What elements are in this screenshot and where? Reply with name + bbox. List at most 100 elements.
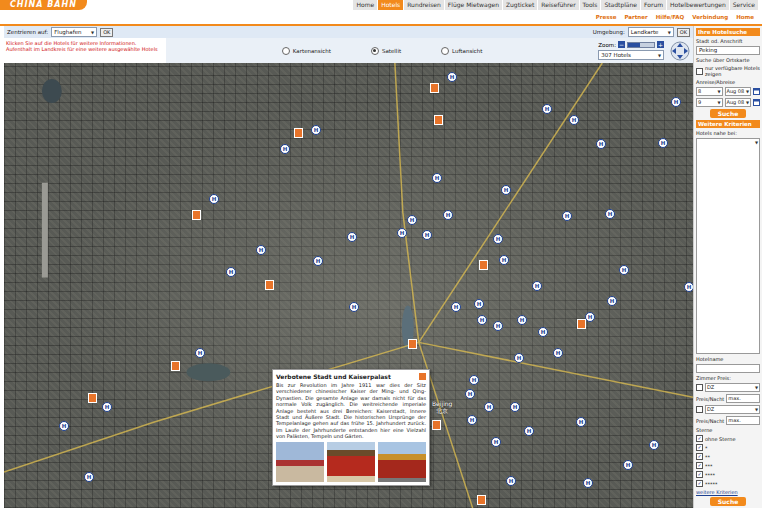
star-row[interactable]: *** [696, 462, 760, 469]
radio-icon[interactable] [441, 47, 449, 55]
sub-nav-link[interactable]: Hilfe/FAQ [656, 14, 685, 20]
hotel-pin[interactable]: H [510, 402, 520, 412]
hotel-pin[interactable]: H [432, 173, 442, 183]
hotel-pin[interactable]: H [474, 299, 484, 309]
hotel-pin[interactable]: H [469, 375, 479, 385]
max-select[interactable]: max. [726, 416, 760, 425]
month-select[interactable]: Aug 08▼ [725, 98, 752, 107]
search-button[interactable]: Suche [710, 497, 747, 506]
zoom-out-button[interactable]: − [618, 41, 625, 48]
hotel-pin[interactable]: H [465, 389, 475, 399]
hotel-pin[interactable]: H [477, 315, 487, 325]
nav-tab[interactable]: Zugticket [503, 0, 537, 10]
star-row[interactable]: **** [696, 471, 760, 478]
hotel-pin[interactable]: H [517, 315, 527, 325]
search-button[interactable]: Suche [710, 109, 747, 118]
hotel-pin[interactable]: H [59, 421, 69, 431]
view-radio[interactable]: Kartenansicht [282, 47, 331, 55]
checkbox[interactable] [696, 444, 703, 451]
sight-pin-icon[interactable] [294, 128, 303, 138]
more-link[interactable]: weitere Kriterien [696, 489, 760, 495]
sight-pin-icon[interactable] [577, 319, 586, 329]
hotel-pin[interactable]: H [467, 415, 477, 425]
day-select[interactable]: 9▼ [696, 98, 723, 107]
nav-tab[interactable]: Service [730, 0, 758, 10]
star-row[interactable]: ** [696, 453, 760, 460]
hotel-pin[interactable]: H [607, 296, 617, 306]
hotel-pin[interactable]: H [583, 478, 593, 488]
checkbox[interactable] [696, 480, 703, 487]
hotel-pin[interactable]: H [349, 302, 359, 312]
hotel-pin[interactable]: H [532, 281, 542, 291]
hotel-pin[interactable]: H [619, 265, 629, 275]
hotel-pin[interactable]: H [562, 211, 572, 221]
sight-pin-icon[interactable] [479, 260, 488, 270]
hotel-count-select[interactable]: 307 Hotels▼ [598, 50, 664, 60]
radio-icon[interactable] [282, 47, 290, 55]
sub-nav-link[interactable]: Partner [624, 14, 647, 20]
ok-button[interactable]: OK [677, 28, 690, 37]
sight-pin-icon[interactable] [432, 420, 441, 430]
radio-icon[interactable] [371, 47, 379, 55]
checkbox[interactable] [696, 471, 703, 478]
center-select[interactable]: Flughafen▼ [51, 27, 97, 37]
hotel-pin[interactable]: H [684, 282, 693, 292]
surround-select[interactable]: Landkarte▼ [628, 27, 674, 37]
star-row[interactable]: * [696, 444, 760, 451]
hotel-pin[interactable]: H [256, 245, 266, 255]
hotel-pin[interactable]: H [195, 348, 205, 358]
month-select[interactable]: Aug 08▼ [725, 87, 752, 96]
hotel-pin[interactable]: H [447, 72, 457, 82]
checkbox[interactable] [696, 453, 703, 460]
hotel-pin[interactable]: H [280, 144, 290, 154]
nav-tab[interactable]: Flüge Mietwagen [445, 0, 502, 10]
sub-nav-link[interactable]: Home [736, 14, 754, 20]
nav-tab[interactable]: Tools [580, 0, 601, 10]
pan-arrows-icon[interactable] [670, 41, 690, 61]
hotel-pin[interactable]: H [493, 321, 503, 331]
sight-pin-icon[interactable] [192, 210, 201, 220]
hotel-pin[interactable]: H [209, 194, 219, 204]
satellite-map[interactable]: HHHHHHHHHHHHHHHHHHHHHHHHHHHHHHHHHHHHHHHH… [4, 63, 693, 508]
photo[interactable] [327, 442, 375, 482]
view-radio[interactable]: Luftansicht [441, 47, 482, 55]
checkbox[interactable] [696, 462, 703, 469]
checkbox[interactable] [696, 384, 703, 391]
hotel-pin[interactable]: H [499, 255, 509, 265]
hotel-pin[interactable]: H [501, 185, 511, 195]
hotel-pin[interactable]: H [649, 440, 659, 450]
hotel-pin[interactable]: H [514, 353, 524, 363]
hotel-pin[interactable]: H [569, 115, 579, 125]
sub-nav-link[interactable]: Presse [596, 14, 617, 20]
nav-tab[interactable]: Hotelbewertungen [667, 0, 729, 10]
hotel-pin[interactable]: H [102, 402, 112, 412]
view-radio[interactable]: Satellit [371, 47, 401, 55]
hotel-pin[interactable]: H [484, 402, 494, 412]
hotel-pin[interactable]: H [313, 256, 323, 266]
hotel-pin[interactable]: H [451, 302, 461, 312]
hotel-pin[interactable]: H [605, 209, 615, 219]
zoom-slider[interactable] [627, 42, 655, 48]
sight-pin-icon[interactable] [430, 83, 439, 93]
star-row[interactable]: ***** [696, 480, 760, 487]
photo[interactable] [378, 442, 426, 482]
name-input[interactable] [696, 364, 760, 373]
zoom-in-button[interactable]: + [657, 41, 664, 48]
city-input[interactable]: Peking [696, 46, 760, 55]
hotel-pin[interactable]: H [226, 267, 236, 277]
sub-nav-link[interactable]: Verbindung [692, 14, 728, 20]
max-select[interactable]: max. [726, 394, 760, 403]
hotel-pin[interactable]: H [658, 138, 668, 148]
logo[interactable]: CHINA BAHN [0, 0, 87, 10]
calendar-icon[interactable] [753, 88, 760, 95]
hotel-pin[interactable]: H [493, 234, 503, 244]
hotel-pin[interactable]: H [576, 417, 586, 427]
hotel-pin[interactable]: H [538, 327, 548, 337]
sight-pin-icon[interactable] [434, 115, 443, 125]
near-select[interactable]: ▼ [696, 138, 760, 354]
nav-tab[interactable]: Home [353, 0, 377, 10]
checkbox[interactable] [696, 406, 703, 413]
nav-tab[interactable]: Rundreisen [404, 0, 444, 10]
sight-pin-icon[interactable] [171, 361, 180, 371]
hotel-pin[interactable]: H [397, 228, 407, 238]
